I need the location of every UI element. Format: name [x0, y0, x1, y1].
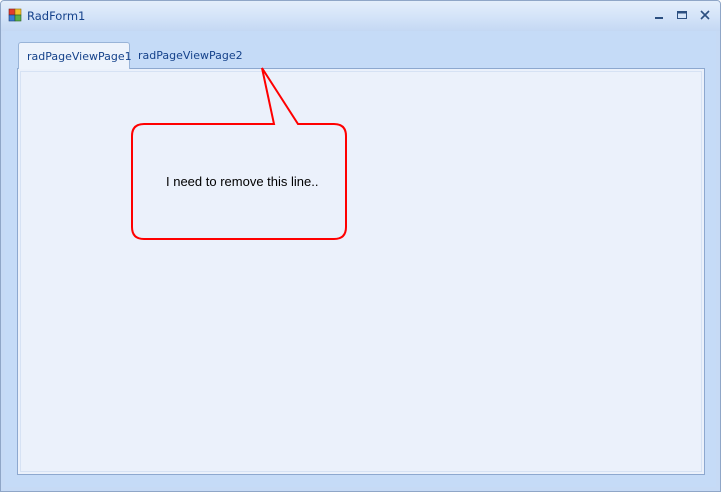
callout-text: I need to remove this line..	[166, 174, 319, 189]
app-icon	[8, 8, 22, 22]
tab-label: radPageViewPage1	[27, 50, 132, 63]
rad-form-window: RadForm1 radPageViewPage1 radPageViewPag…	[0, 0, 721, 492]
tab-rad-page-view-page-2[interactable]: radPageViewPage2	[135, 42, 245, 69]
close-button[interactable]	[697, 7, 713, 23]
minimize-icon	[655, 17, 663, 19]
tab-rad-page-view-page-1[interactable]: radPageViewPage1	[18, 42, 132, 69]
maximize-icon	[677, 11, 687, 19]
maximize-button[interactable]	[674, 7, 690, 23]
minimize-button[interactable]	[651, 7, 667, 23]
window-title: RadForm1	[27, 9, 86, 23]
form-client-area: radPageViewPage1 radPageViewPage2	[5, 31, 716, 487]
rad-page-view: radPageViewPage1 radPageViewPage2	[17, 38, 709, 478]
page-content-inner-border	[20, 71, 702, 472]
close-icon	[700, 10, 710, 20]
page-content-panel	[17, 68, 705, 475]
tab-label: radPageViewPage2	[138, 49, 243, 62]
title-bar[interactable]: RadForm1	[1, 1, 720, 31]
